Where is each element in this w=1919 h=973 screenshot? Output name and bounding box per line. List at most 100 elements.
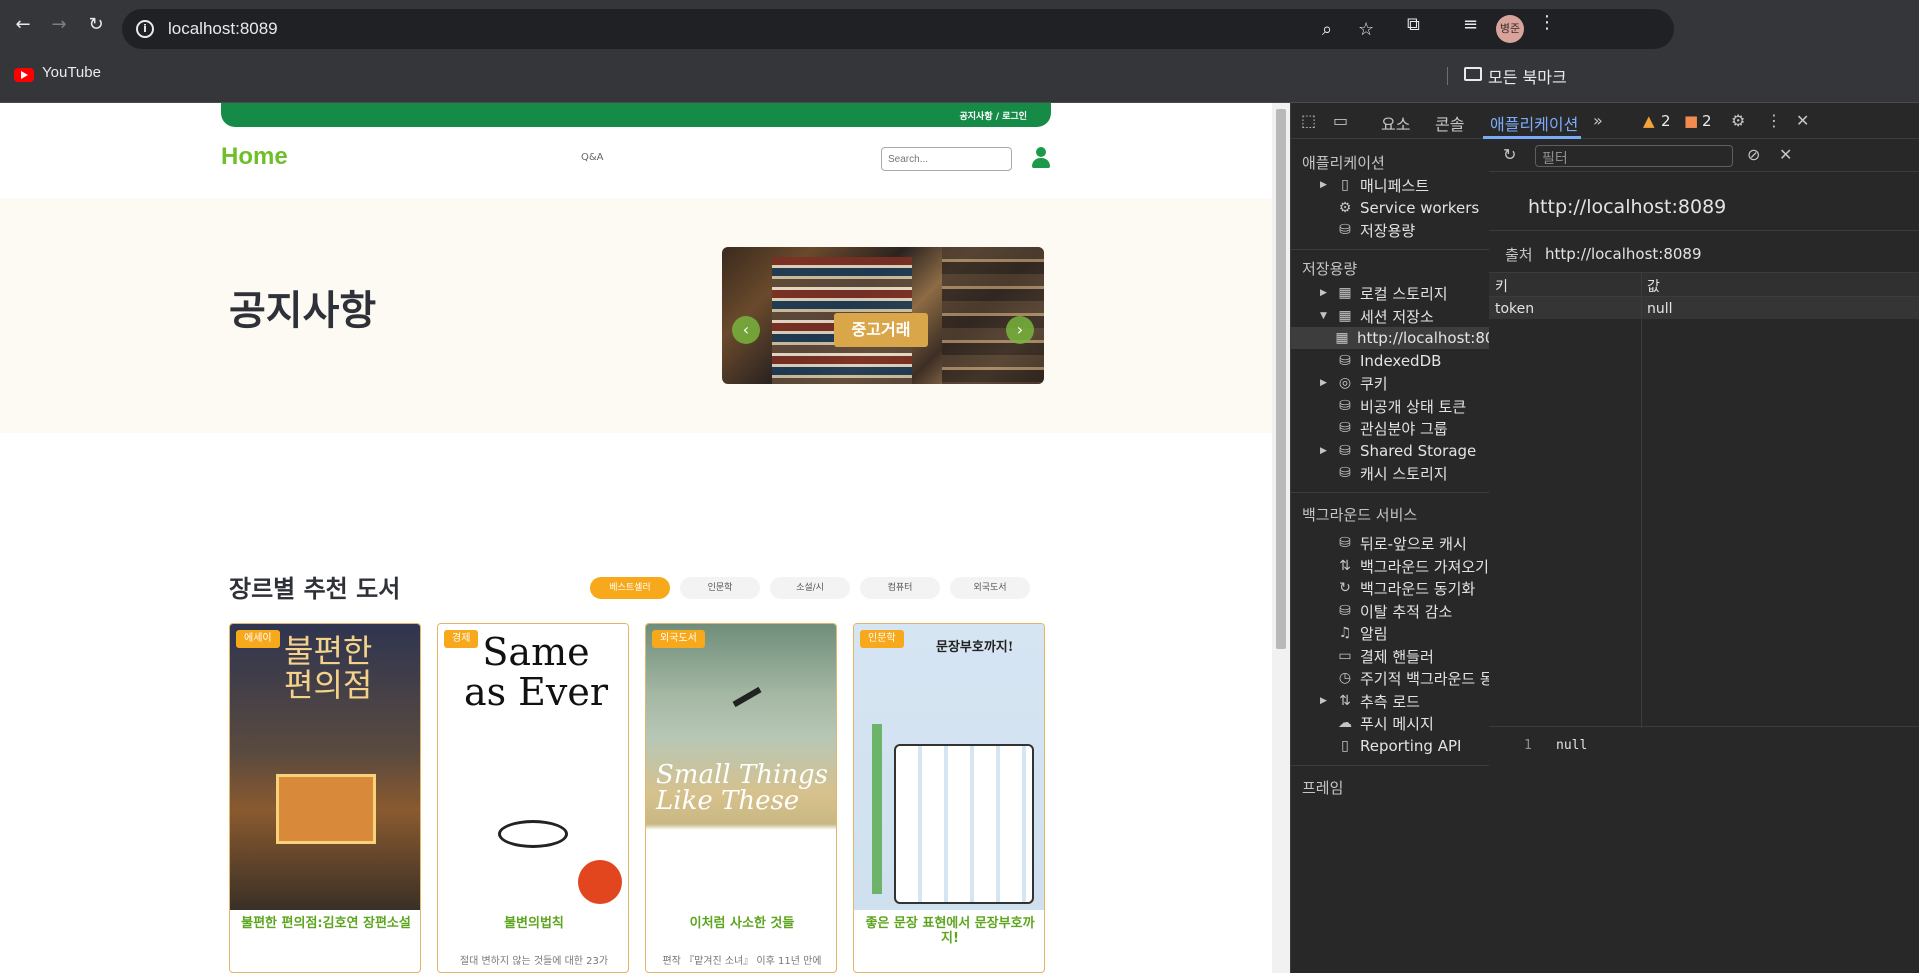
sidebar-item-notifications[interactable]: ♫ 알림 <box>1320 622 1388 644</box>
sidebar-item-payment-handler[interactable]: ▭ 결제 핸들러 <box>1320 645 1433 667</box>
all-bookmarks[interactable]: 모든 북마크 <box>1488 64 1567 88</box>
media-queue-icon[interactable]: ≡ <box>1463 14 1478 35</box>
sidebar-item-bounce-tracking[interactable]: ⛁ 이탈 추적 감소 <box>1320 600 1452 622</box>
sidebar-item-cookies[interactable]: ▶ ◎ 쿠키 <box>1320 372 1388 394</box>
tab-novel-poetry[interactable]: 소설/시 <box>770 577 850 599</box>
tab-bestseller[interactable]: 베스트셀러 <box>590 577 670 599</box>
sidebar-item-local-storage[interactable]: ▶ ▦ 로컬 스토리지 <box>1320 282 1448 304</box>
header-value[interactable]: 값 <box>1647 276 1660 296</box>
tab-computer[interactable]: 컴퓨터 <box>860 577 940 599</box>
bell-icon: ♫ <box>1338 625 1352 641</box>
slide-label[interactable]: 중고거래 <box>834 313 928 347</box>
gears-icon: ⚙ <box>1338 200 1352 216</box>
delete-selected-icon[interactable]: ✕ <box>1779 145 1792 164</box>
active-tab-indicator <box>1483 136 1581 139</box>
book-cover[interactable]: 문장부호까지! <box>854 624 1044 910</box>
inspect-icon[interactable]: ⬚ <box>1301 111 1316 130</box>
sidebar-item-session-origin[interactable]: ▦ http://localhost:80 <box>1291 327 1510 349</box>
tab-application[interactable]: 애플리케이션 <box>1490 111 1578 135</box>
sidebar-item-bfcache[interactable]: ⛁ 뒤로-앞으로 캐시 <box>1320 532 1467 554</box>
menu-icon[interactable]: ⋮ <box>1538 12 1556 33</box>
row-key[interactable]: token <box>1495 301 1534 317</box>
sidebar-item-indexeddb[interactable]: ⛁ IndexedDB <box>1320 350 1441 372</box>
more-tabs-icon[interactable]: » <box>1593 111 1603 130</box>
slider-prev-button[interactable]: ‹ <box>732 316 760 344</box>
row-value[interactable]: null <box>1647 301 1673 317</box>
issue-count[interactable]: 2 <box>1702 112 1712 130</box>
warning-count[interactable]: 2 <box>1661 112 1671 130</box>
tab-elements[interactable]: 요소 <box>1381 111 1410 135</box>
site-info-icon[interactable]: i <box>136 20 154 38</box>
tab-humanities[interactable]: 인문학 <box>680 577 760 599</box>
tab-foreign-books[interactable]: 외국도서 <box>950 577 1030 599</box>
sidebar-item-private-state-tokens[interactable]: ⛁ 비공개 상태 토큰 <box>1320 395 1466 417</box>
filter-toolbar: ↻ 필터 ⊘ ✕ <box>1489 140 1919 172</box>
reload-button[interactable]: ↻ <box>85 14 107 36</box>
book-card[interactable]: Same as Ever 경제 불변의법칙 절대 변하지 않는 것들에 대한 2… <box>437 623 629 973</box>
sidebar-item-push-messaging[interactable]: ☁ 푸시 메시지 <box>1320 712 1434 734</box>
sidebar-item-shared-storage[interactable]: ▶ ⛁ Shared Storage <box>1320 440 1476 462</box>
search-input[interactable] <box>881 147 1012 171</box>
bookmark-youtube[interactable]: YouTube <box>42 64 101 81</box>
sidebar-item-background-fetch[interactable]: ⇅ 백그라운드 가져오기 <box>1320 555 1489 577</box>
settings-icon[interactable]: ⚙ <box>1731 111 1745 130</box>
tab-console[interactable]: 콘솔 <box>1435 111 1464 135</box>
nav-qna[interactable]: Q&A <box>581 152 604 163</box>
sidebar-item-storage[interactable]: ⛁ 저장용량 <box>1320 219 1415 241</box>
profile-avatar[interactable]: 병준 <box>1496 15 1524 43</box>
sidebar-item-service-workers[interactable]: ⚙ Service workers <box>1320 197 1479 219</box>
database-icon: ⛁ <box>1339 222 1351 238</box>
clear-all-icon[interactable]: ⊘ <box>1747 145 1760 164</box>
sidebar-heading-storage: 저장용량 <box>1302 260 1358 278</box>
forward-button[interactable]: → <box>48 14 70 36</box>
extensions-icon[interactable]: ⧉ <box>1407 14 1420 35</box>
book-card[interactable]: 불편한 편의점 에세이 불편한 편의점:김호연 장편소설 <box>229 623 421 973</box>
folder-icon <box>1464 67 1482 81</box>
sidebar-item-manifest[interactable]: ▶ ▯ 매니페스트 <box>1320 174 1429 196</box>
book-card[interactable]: Small Things Like These 외국도서 이처럼 사소한 것들 … <box>645 623 837 973</box>
book-cover[interactable]: 불편한 편의점 <box>230 624 420 910</box>
slider-next-button[interactable]: › <box>1006 316 1034 344</box>
page-scrollbar[interactable] <box>1272 103 1290 973</box>
book-card[interactable]: 문장부호까지! 인문학 좋은 문장 표현에서 문장부호까지! <box>853 623 1045 973</box>
book-title[interactable]: 불변의법칙 <box>438 916 628 931</box>
refresh-icon[interactable]: ↻ <box>1503 145 1516 164</box>
book-cover[interactable]: Same as Ever <box>438 624 628 910</box>
url-text[interactable]: localhost:8089 <box>168 19 278 39</box>
header-key[interactable]: 키 <box>1495 276 1508 296</box>
sidebar-item-cache-storage[interactable]: ⛁ 캐시 스토리지 <box>1320 462 1447 484</box>
more-options-icon[interactable]: ⋮ <box>1766 111 1782 130</box>
back-button[interactable]: ← <box>12 14 34 36</box>
zoom-icon[interactable]: ⌕ <box>1322 19 1332 40</box>
bookmark-star-icon[interactable]: ☆ <box>1358 19 1374 40</box>
book-title[interactable]: 불편한 편의점:김호연 장편소설 <box>230 916 420 931</box>
sidebar-item-periodic-sync[interactable]: ◷ 주기적 백그라운드 동기화 <box>1320 667 1510 689</box>
address-bar[interactable]: i localhost:8089 ⌕ ☆ <box>122 9 1674 49</box>
sidebar-item-interest-groups[interactable]: ⛁ 관심분야 그룹 <box>1320 417 1447 439</box>
top-links[interactable]: 공지사항 / 로그인 <box>959 109 1027 122</box>
sidebar-item-session-storage[interactable]: ▼ ▦ 세션 저장소 <box>1320 305 1434 327</box>
database-icon: ⛁ <box>1339 398 1351 414</box>
close-icon[interactable]: ✕ <box>1796 111 1809 130</box>
issue-icon[interactable]: ■ <box>1684 112 1698 130</box>
table-row[interactable] <box>1489 297 1919 319</box>
filter-input[interactable]: 필터 <box>1535 145 1733 167</box>
user-icon[interactable] <box>1031 147 1051 169</box>
book-cover[interactable]: Small Things Like These <box>646 624 836 910</box>
site-logo[interactable]: Home <box>221 143 288 171</box>
warning-icon[interactable]: ▲ <box>1643 112 1655 130</box>
sidebar-item-reporting-api[interactable]: ▯ Reporting API <box>1320 735 1461 757</box>
genre-badge: 에세이 <box>236 630 280 648</box>
sidebar-item-background-sync[interactable]: ↻ 백그라운드 동기화 <box>1320 577 1475 599</box>
application-sidebar: 애플리케이션 ▶ ▯ 매니페스트 ⚙ Service workers ⛁ 저장용량 저장… <box>1291 140 1511 973</box>
page-scroll-thumb[interactable] <box>1276 109 1286 649</box>
database-icon: ⛁ <box>1339 535 1351 551</box>
sidebar-item-speculative-loads[interactable]: ▶ ⇅ 추측 로드 <box>1320 690 1420 712</box>
book-title[interactable]: 이처럼 사소한 것들 <box>646 916 836 931</box>
column-divider <box>1641 273 1642 728</box>
table-header: 키 값 <box>1489 273 1919 297</box>
device-toggle-icon[interactable]: ▭ <box>1333 111 1348 130</box>
image-slider[interactable]: ‹ 중고거래 › <box>722 247 1044 384</box>
sidebar-heading-frames: 프레임 <box>1302 779 1344 797</box>
book-title[interactable]: 좋은 문장 표현에서 문장부호까지! <box>854 916 1044 946</box>
